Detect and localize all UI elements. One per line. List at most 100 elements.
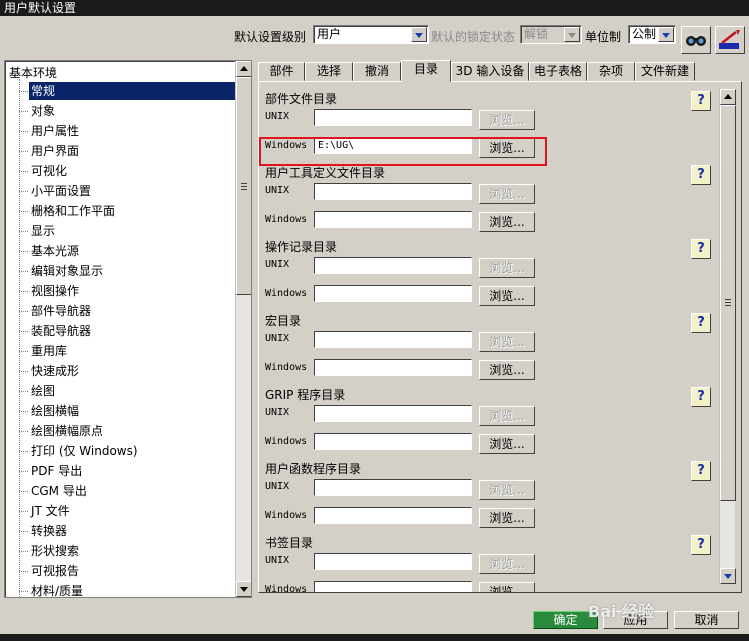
tab-undo[interactable]: 撤消	[353, 62, 401, 81]
tree-item[interactable]: 编辑对象显示	[29, 262, 103, 280]
tree-item[interactable]: 快速成形	[29, 362, 79, 380]
help-icon[interactable]: ?	[691, 535, 711, 555]
browse-button-windows[interactable]: 浏览...	[479, 286, 535, 306]
browse-button-unix: 浏览...	[479, 406, 535, 426]
tree-item[interactable]: 栅格和工作平面	[29, 202, 115, 220]
windows-path-input[interactable]	[314, 211, 472, 228]
tree-item[interactable]: 绘图横幅原点	[29, 422, 103, 440]
tree-item[interactable]: 装配导航器	[29, 322, 91, 340]
defaults-level-value: 用户	[317, 27, 342, 41]
help-icon[interactable]: ?	[691, 91, 711, 111]
browse-button-unix: 浏览...	[479, 258, 535, 278]
cancel-button[interactable]: 取消	[674, 611, 739, 629]
tab-3d-input-device[interactable]: 3D 输入设备	[451, 62, 529, 81]
tree-item[interactable]: 绘图	[29, 382, 55, 400]
tree-item[interactable]: 部件导航器	[29, 302, 91, 320]
scroll-up-button[interactable]	[720, 89, 736, 105]
defaults-level-select[interactable]: 用户	[313, 25, 429, 44]
tree-item[interactable]: 基本光源	[29, 242, 79, 260]
tree-item[interactable]: 小平面设置	[29, 182, 91, 200]
tree-item[interactable]: 打印 (仅 Windows)	[29, 442, 138, 460]
tree-connector	[19, 231, 28, 232]
tree-root-basic-environment[interactable]: 基本环境	[9, 64, 57, 81]
toolbar: 默认设置级别 用户 默认的锁定状态 解锁 单位制 公制	[0, 22, 749, 56]
scroll-down-button[interactable]	[236, 581, 251, 597]
scroll-down-button[interactable]	[720, 568, 736, 584]
tree-connector	[19, 531, 28, 532]
tree-item[interactable]: 重用库	[29, 342, 67, 360]
unix-path-input[interactable]	[314, 405, 472, 422]
tree-item[interactable]: 常规	[29, 82, 236, 100]
tree-item[interactable]: 可视报告	[29, 562, 79, 580]
unix-label: UNIX	[265, 407, 290, 418]
browse-button-windows[interactable]: 浏览...	[479, 360, 535, 380]
help-icon[interactable]: ?	[691, 313, 711, 333]
tree-item[interactable]: 显示	[29, 222, 55, 240]
find-icon[interactable]	[681, 26, 711, 54]
help-icon[interactable]: ?	[691, 461, 711, 481]
tab-select[interactable]: 选择	[305, 62, 353, 81]
tree-item[interactable]: 形状搜索	[29, 542, 79, 560]
tree-connector	[19, 571, 28, 572]
unix-path-input[interactable]	[314, 553, 472, 570]
unix-path-input[interactable]	[314, 183, 472, 200]
unix-path-input[interactable]	[314, 331, 472, 348]
tree-item[interactable]: JT 文件	[29, 502, 70, 520]
tree-connector	[19, 411, 28, 412]
settings-manager-icon[interactable]	[715, 26, 745, 54]
help-icon[interactable]: ?	[691, 165, 711, 185]
unix-path-input[interactable]	[314, 479, 472, 496]
scroll-up-button[interactable]	[236, 61, 251, 77]
tree-connector	[19, 491, 28, 492]
tree-item[interactable]: 绘图横幅	[29, 402, 79, 420]
tree-connector	[19, 391, 28, 392]
category-tree[interactable]: 基本环境 常规对象用户属性用户界面可视化小平面设置栅格和工作平面 显示基本光源编辑…	[4, 60, 252, 598]
help-icon[interactable]: ?	[691, 387, 711, 407]
browse-button-windows[interactable]: 浏览...	[479, 434, 535, 454]
chevron-down-icon[interactable]	[411, 27, 427, 42]
tree-item[interactable]: 对象	[29, 102, 55, 120]
chevron-down-icon	[564, 27, 580, 42]
windows-label: Windows	[265, 436, 308, 447]
chevron-down-icon[interactable]	[658, 27, 674, 42]
tree-connector	[19, 431, 28, 432]
group-title: 操作记录目录	[265, 240, 338, 254]
windows-path-input[interactable]	[314, 285, 472, 302]
tree-connector	[19, 271, 28, 272]
windows-path-input[interactable]	[314, 507, 472, 524]
tree-item[interactable]: PDF 导出	[29, 462, 82, 480]
tab-spreadsheet[interactable]: 电子表格	[529, 62, 587, 81]
units-select[interactable]: 公制	[628, 25, 676, 44]
windows-path-input[interactable]	[314, 433, 472, 450]
tab-part[interactable]: 部件	[258, 62, 305, 81]
group-title: GRIP 程序目录	[265, 388, 346, 402]
tree-item[interactable]: 视图操作	[29, 282, 79, 300]
windows-path-input[interactable]	[314, 359, 472, 376]
help-icon[interactable]: ?	[691, 239, 711, 259]
tree-item[interactable]: CGM 导出	[29, 482, 87, 500]
scroll-thumb[interactable]	[720, 105, 736, 501]
unix-label: UNIX	[265, 555, 290, 566]
tree-scrollbar[interactable]	[235, 61, 251, 597]
tree-item[interactable]: 用户界面	[29, 142, 79, 160]
unix-path-input[interactable]	[314, 257, 472, 274]
browse-button-windows[interactable]: 浏览...	[479, 582, 535, 592]
tab-directories[interactable]: 目录	[401, 60, 451, 82]
tree-item[interactable]: 用户属性	[29, 122, 79, 140]
tab-file-new[interactable]: 文件新建	[635, 62, 695, 81]
tree-item[interactable]: 转换器	[29, 522, 67, 540]
group-title: 部件文件目录	[265, 92, 338, 106]
tree-connector	[19, 451, 28, 452]
tab-misc[interactable]: 杂项	[587, 62, 635, 81]
browse-button-windows[interactable]: 浏览...	[479, 212, 535, 232]
tree-item[interactable]: 可视化	[29, 162, 67, 180]
browse-button-windows[interactable]: 浏览...	[479, 508, 535, 528]
scroll-thumb[interactable]	[236, 77, 251, 295]
tree-connector	[19, 291, 28, 292]
panel-scrollbar[interactable]	[719, 89, 736, 584]
unix-path-input[interactable]	[314, 109, 472, 126]
tree-item[interactable]: 材料/质量	[29, 582, 83, 597]
windows-path-input[interactable]	[314, 581, 472, 592]
unix-label: UNIX	[265, 111, 290, 122]
user-defaults-dialog: 用户默认设置 默认设置级别 用户 默认的锁定状态 解锁 单位制 公制 基本环境 …	[0, 0, 749, 641]
